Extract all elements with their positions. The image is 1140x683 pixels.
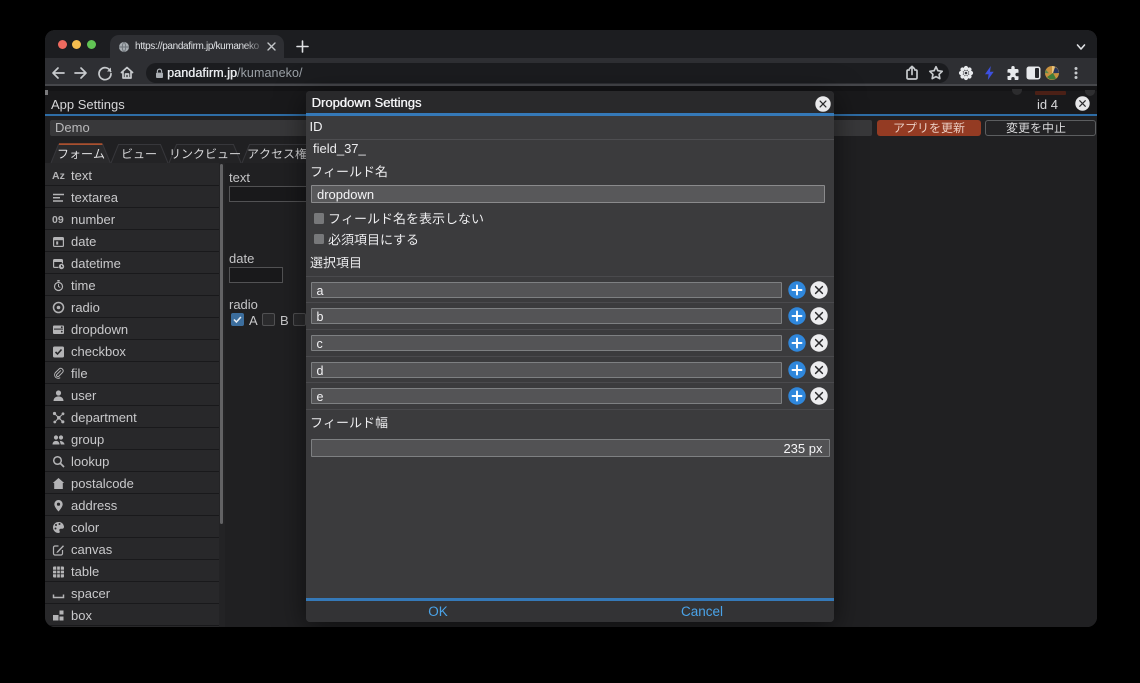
svg-text:09: 09 [52, 214, 64, 226]
svg-text:Az: Az [52, 170, 65, 182]
